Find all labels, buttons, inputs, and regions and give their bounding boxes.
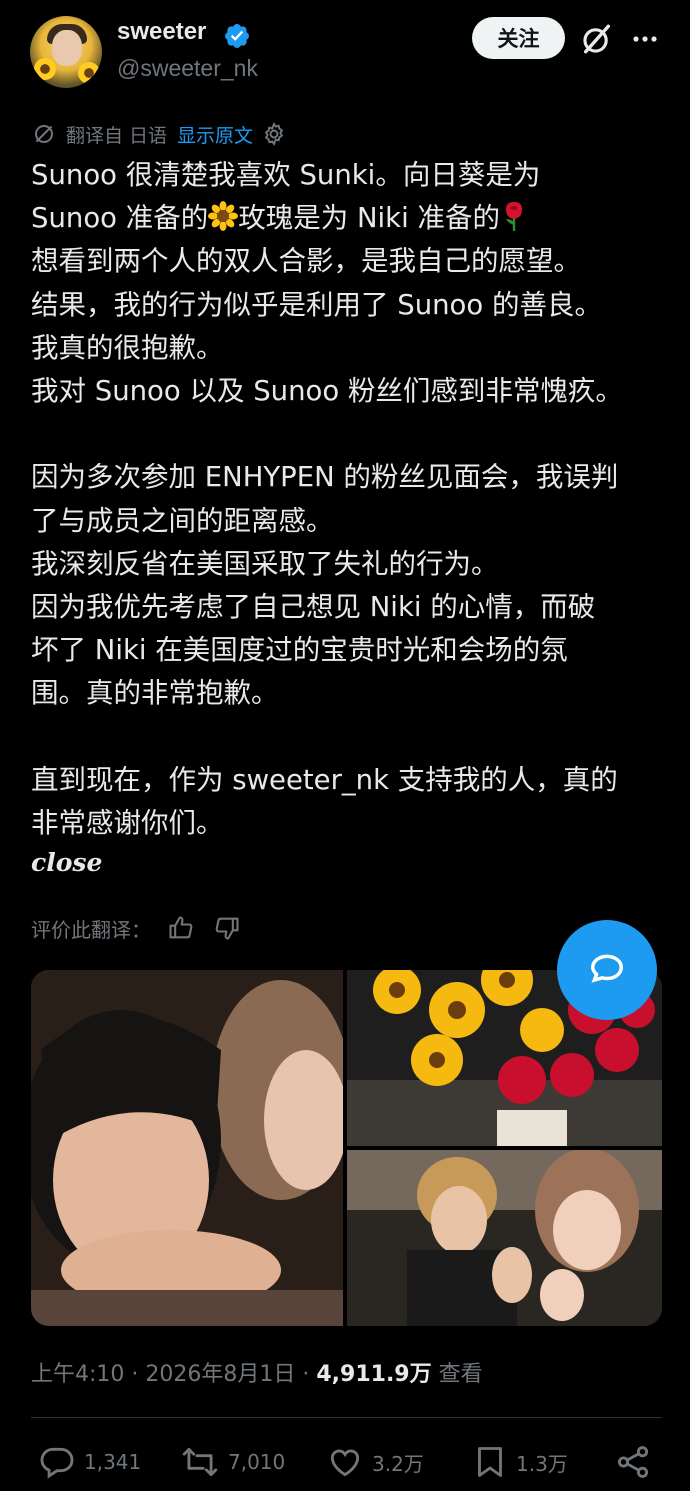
settings-icon[interactable]	[261, 121, 287, 147]
tweet-line: 我真的很抱歉。	[31, 331, 224, 364]
follow-button[interactable]: 关注	[472, 17, 565, 59]
tweet-line-part: 玫瑰是为 Niki 准备的	[238, 202, 500, 235]
photo-3[interactable]	[347, 1150, 662, 1326]
user-handle[interactable]: @sweeter_nk	[117, 55, 258, 82]
chat-bubble-icon	[591, 954, 623, 983]
sunflower-icon	[34, 58, 56, 80]
translation-bar: 翻译自 日语 显示原文	[32, 118, 287, 150]
tweet-line-part: Sunoo 准备的	[31, 202, 209, 235]
tweet-text: Sunoo 很清楚我喜欢 Sunki。向日葵是为 Sunoo 准备的 玫瑰是为 …	[31, 154, 671, 845]
rose-emoji-icon	[505, 202, 522, 232]
rate-translation-label: 评价此翻译：	[31, 917, 151, 942]
tweet-line: 我对 Sunoo 以及 Sunoo 粉丝们感到非常愧疚。	[31, 374, 623, 407]
repost-icon	[182, 1447, 218, 1477]
sunflower-emoji-icon	[208, 201, 239, 232]
more-options-icon[interactable]	[630, 26, 660, 52]
tweet-line: 直到现在，作为 sweeter_nk 支持我的人，真的	[31, 763, 618, 796]
action-bar: 1,341 7,010 3.2万 1.3万	[0, 1440, 690, 1484]
tweet-line: Sunoo 很清楚我喜欢 Sunki。向日葵是为	[31, 159, 541, 191]
timestamp[interactable]: 上午4:10 · 2026年8月1日 ·	[31, 1362, 316, 1387]
heart-icon	[330, 1449, 360, 1477]
tweet-line: 因为我优先考虑了自己想见 Niki 的心情，而破	[31, 590, 596, 623]
thumbs-up-icon[interactable]	[167, 914, 195, 942]
verified-badge-icon	[225, 24, 249, 48]
reply-count: 1,341	[84, 1450, 142, 1474]
translate-icon	[35, 125, 53, 143]
tweet-line: 想看到两个人的双人合影，是我自己的愿望。	[31, 245, 581, 278]
tweet-line: 坏了 Niki 在美国度过的宝贵时光和会场的氛	[31, 634, 568, 667]
repost-button[interactable]: 7,010	[180, 1440, 285, 1484]
reply-icon	[40, 1447, 74, 1479]
tweet-line: 因为多次参加 ENHYPEN 的粉丝见面会，我误判	[31, 461, 619, 494]
bookmark-button[interactable]: 1.3万	[472, 1440, 568, 1484]
photo-3-illustration	[347, 1150, 662, 1326]
view-count: 4,911.9万	[316, 1362, 432, 1387]
show-original-link[interactable]: 显示原文	[177, 121, 253, 148]
tweet-line: 围。真的非常抱歉。	[31, 677, 279, 710]
translated-from-label: 翻译自 日语	[66, 124, 168, 147]
close-word: close	[31, 848, 103, 877]
view-label: 查看	[431, 1362, 483, 1387]
sunflower-icon	[78, 62, 100, 84]
reply-button[interactable]: 1,341	[38, 1440, 141, 1484]
tweet-line: 结果，我的行为似乎是利用了 Sunoo 的善良。	[31, 288, 602, 321]
bookmark-icon	[478, 1447, 502, 1477]
share-button[interactable]	[614, 1440, 660, 1484]
display-name[interactable]: sweeter	[117, 18, 206, 46]
avatar[interactable]	[30, 16, 102, 88]
like-count: 3.2万	[372, 1451, 424, 1476]
bookmark-count: 1.3万	[516, 1451, 568, 1476]
grok-icon[interactable]	[580, 22, 614, 56]
thumbs-down-icon[interactable]	[213, 914, 241, 942]
tweet-line: 了与成员之间的距离感。	[31, 504, 334, 537]
rate-translation: 评价此翻译：	[31, 912, 241, 944]
photo-1[interactable]	[31, 970, 343, 1326]
tweet-line: 我深刻反省在美国采取了失礼的行为。	[31, 547, 499, 580]
repost-count: 7,010	[228, 1450, 286, 1474]
avatar-face	[52, 30, 82, 66]
share-icon	[617, 1446, 649, 1478]
media-grid	[31, 970, 662, 1326]
like-button[interactable]: 3.2万	[326, 1440, 424, 1484]
divider	[31, 1417, 662, 1418]
photo-1-illustration	[31, 970, 343, 1326]
tweet-line: 非常感谢你们。	[31, 806, 224, 839]
tweet-meta: 上午4:10 · 2026年8月1日 · 4,911.9万 查看	[31, 1356, 483, 1388]
tweet-line: Sunoo 准备的 玫瑰是为 Niki 准备的	[31, 197, 671, 240]
